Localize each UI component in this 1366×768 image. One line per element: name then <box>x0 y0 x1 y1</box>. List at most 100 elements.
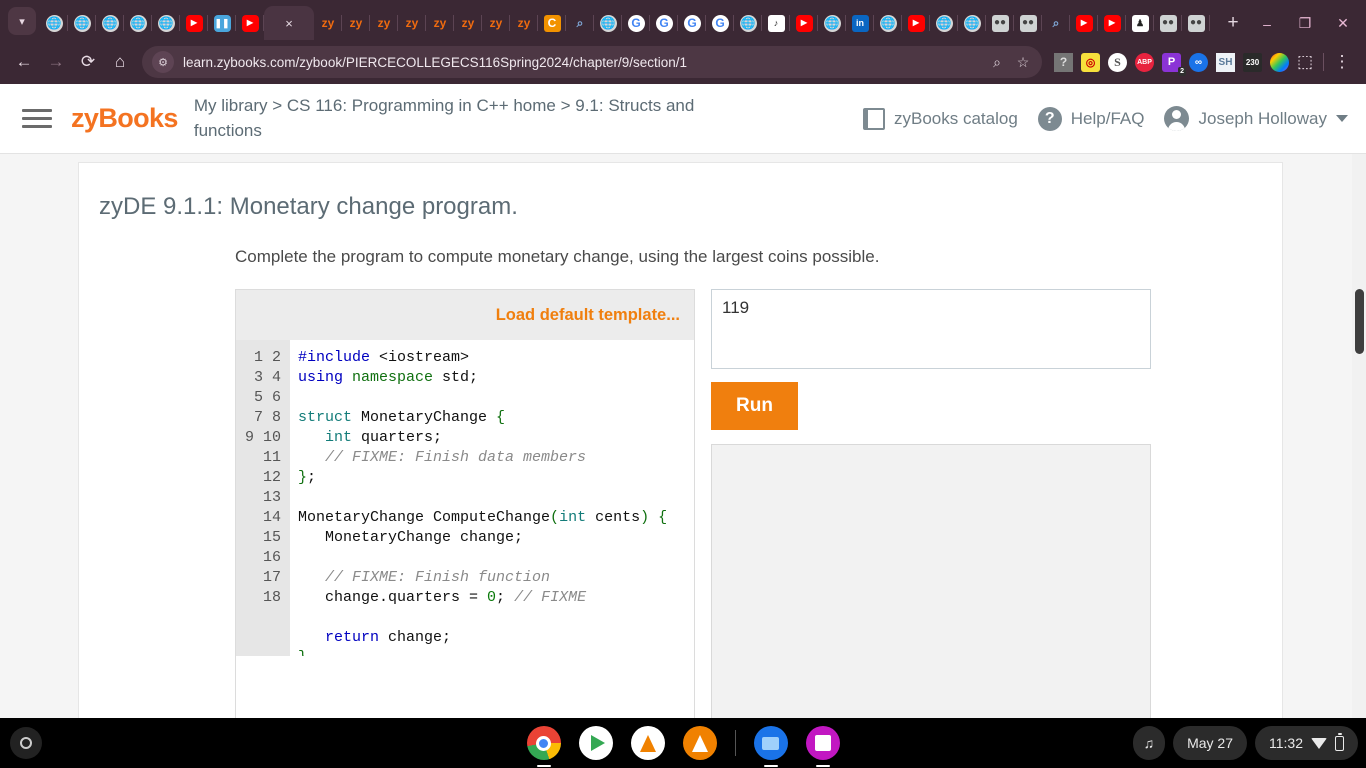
tab-6[interactable]: ❚❚ <box>208 6 236 40</box>
pause-icon: ❚❚ <box>213 14 231 32</box>
run-button[interactable]: Run <box>711 382 798 430</box>
tab-25[interactable]: ♪ <box>762 6 790 40</box>
tab-33[interactable]: ●● <box>986 6 1014 40</box>
adblock-plus-extension-icon[interactable]: ABP <box>1135 52 1154 72</box>
vlc-app-icon-orange[interactable] <box>682 726 717 760</box>
tab-24[interactable]: 🌐 <box>734 6 762 40</box>
sh-extension-icon[interactable]: SH <box>1216 52 1235 72</box>
tab-21[interactable]: G <box>650 6 678 40</box>
purple-extension-icon[interactable]: P2 <box>1162 52 1186 76</box>
active-tab[interactable]: × <box>264 6 314 40</box>
tab-30[interactable]: ▶ <box>902 6 930 40</box>
tab-4[interactable]: 🌐 <box>152 6 180 40</box>
tab-36[interactable]: ▶ <box>1070 6 1098 40</box>
tab-32[interactable]: 🌐 <box>958 6 986 40</box>
zybooks-header: zyBooks My library > CS 116: Programming… <box>0 84 1366 154</box>
tab-15[interactable]: zy <box>482 6 510 40</box>
home-icon[interactable]: ⌂ <box>104 46 136 78</box>
search-icon[interactable]: ⌕ <box>984 54 1010 71</box>
gallery-app-icon[interactable] <box>805 726 840 760</box>
calendar-button[interactable]: May 27 <box>1173 726 1247 760</box>
tab-18[interactable]: ⌕ <box>566 6 594 40</box>
tab-20[interactable]: G <box>622 6 650 40</box>
reload-icon[interactable]: ⟳ <box>72 46 104 78</box>
tab-10[interactable]: zy <box>342 6 370 40</box>
tab-35[interactable]: ⌕ <box>1042 6 1070 40</box>
media-controls-button[interactable]: ♫ <box>1132 726 1166 760</box>
status-tray-button[interactable]: 11:32 <box>1255 726 1358 760</box>
play-store-app-icon[interactable] <box>578 726 613 760</box>
tab-34[interactable]: ●● <box>1014 6 1042 40</box>
tab-17[interactable]: C <box>538 6 566 40</box>
infinity-extension-icon[interactable]: ∞ <box>1189 52 1208 72</box>
roblox-icon: ●● <box>991 14 1009 32</box>
back-icon[interactable]: ← <box>8 46 40 78</box>
chrome-menu-icon[interactable]: ⋮ <box>1326 46 1358 78</box>
code-text[interactable]: #include <iostream> using namespace std;… <box>290 340 694 656</box>
scrollbar-thumb[interactable] <box>1355 289 1364 354</box>
bookmark-star-icon[interactable]: ☆ <box>1010 54 1036 71</box>
minimize-button[interactable]: – <box>1250 16 1284 32</box>
tab-38[interactable]: ♟ <box>1126 6 1154 40</box>
load-default-template-button[interactable]: Load default template... <box>496 306 680 325</box>
help-faq-link[interactable]: ? Help/FAQ <box>1037 106 1144 131</box>
tab-26[interactable]: ▶ <box>790 6 818 40</box>
tab-41[interactable]: ❚❚ <box>1210 6 1216 40</box>
vlc-app-icon-white[interactable] <box>630 726 665 760</box>
forward-icon[interactable]: → <box>40 46 72 78</box>
globe-icon: 🌐 <box>823 14 841 32</box>
maximize-button[interactable]: ❐ <box>1288 15 1322 32</box>
counter-extension-icon[interactable]: 230 <box>1243 52 1262 72</box>
wifi-icon <box>1311 737 1327 749</box>
chrome-app-icon[interactable] <box>526 726 561 760</box>
tab-39[interactable]: ●● <box>1154 6 1182 40</box>
zybooks-icon: zy <box>405 16 419 30</box>
tab-27[interactable]: 🌐 <box>818 6 846 40</box>
tab-3[interactable]: 🌐 <box>124 6 152 40</box>
tab-14[interactable]: zy <box>454 6 482 40</box>
tab-strip: ▾ 🌐 🌐 🌐 🌐 🌐 ▶ ❚❚ ▶ × zy zy zy zy zy zy zy zy C ⌕ 🌐 G G G G 🌐 ♪ ▶ 🌐 i… <box>0 0 1366 40</box>
tab-search-chevron-down-icon[interactable]: ▾ <box>8 7 36 35</box>
tab-2[interactable]: 🌐 <box>96 6 124 40</box>
rainbow-extension-icon[interactable] <box>1270 52 1289 72</box>
site-settings-icon[interactable]: ⚙ <box>152 51 174 73</box>
page-scrollbar[interactable] <box>1352 154 1366 718</box>
tab-11[interactable]: zy <box>370 6 398 40</box>
code-area[interactable]: 1 2 3 4 5 6 7 8 9 10 11 12 13 14 15 16 1… <box>236 340 694 656</box>
tab-12[interactable]: zy <box>398 6 426 40</box>
tab-31[interactable]: 🌐 <box>930 6 958 40</box>
files-app-icon[interactable] <box>753 726 788 760</box>
close-tab-icon[interactable]: × <box>285 16 293 31</box>
tab-19[interactable]: 🌐 <box>594 6 622 40</box>
close-window-button[interactable]: ✕ <box>1326 15 1360 32</box>
extensions-puzzle-icon[interactable]: ⬚ <box>1289 46 1321 78</box>
tab-7[interactable]: ▶ <box>236 6 264 40</box>
youtube-icon: ▶ <box>1103 14 1121 32</box>
tab-40[interactable]: ●● <box>1182 6 1210 40</box>
tab-16[interactable]: zy <box>510 6 538 40</box>
zybooks-logo[interactable]: zyBooks <box>71 103 178 134</box>
tab-28[interactable]: in <box>846 6 874 40</box>
honey-extension-icon[interactable]: ◎ <box>1081 52 1100 72</box>
hamburger-icon[interactable] <box>22 109 52 128</box>
tab-9[interactable]: zy <box>314 6 342 40</box>
zybooks-catalog-link[interactable]: zyBooks catalog <box>862 107 1018 130</box>
tab-5[interactable]: ▶ <box>180 6 208 40</box>
tab-37[interactable]: ▶ <box>1098 6 1126 40</box>
tab-22[interactable]: G <box>678 6 706 40</box>
tab-29[interactable]: 🌐 <box>874 6 902 40</box>
tab-1[interactable]: 🌐 <box>68 6 96 40</box>
user-menu[interactable]: Joseph Holloway <box>1164 106 1348 131</box>
google-icon: G <box>711 14 729 32</box>
zde-description: Complete the program to compute monetary… <box>235 247 880 266</box>
avatar-icon <box>1164 106 1190 131</box>
tab-23[interactable]: G <box>706 6 734 40</box>
unknown-extension-icon[interactable]: ? <box>1054 52 1073 72</box>
tab-13[interactable]: zy <box>426 6 454 40</box>
tab-0[interactable]: 🌐 <box>40 6 68 40</box>
program-input-textarea[interactable] <box>711 289 1151 369</box>
app-icon: ♪ <box>767 14 785 32</box>
new-tab-button[interactable]: + <box>1216 12 1250 34</box>
address-bar[interactable]: ⚙ learn.zybooks.com/zybook/PIERCECOLLEGE… <box>142 46 1042 78</box>
grammarly-extension-icon[interactable]: S <box>1108 52 1127 72</box>
